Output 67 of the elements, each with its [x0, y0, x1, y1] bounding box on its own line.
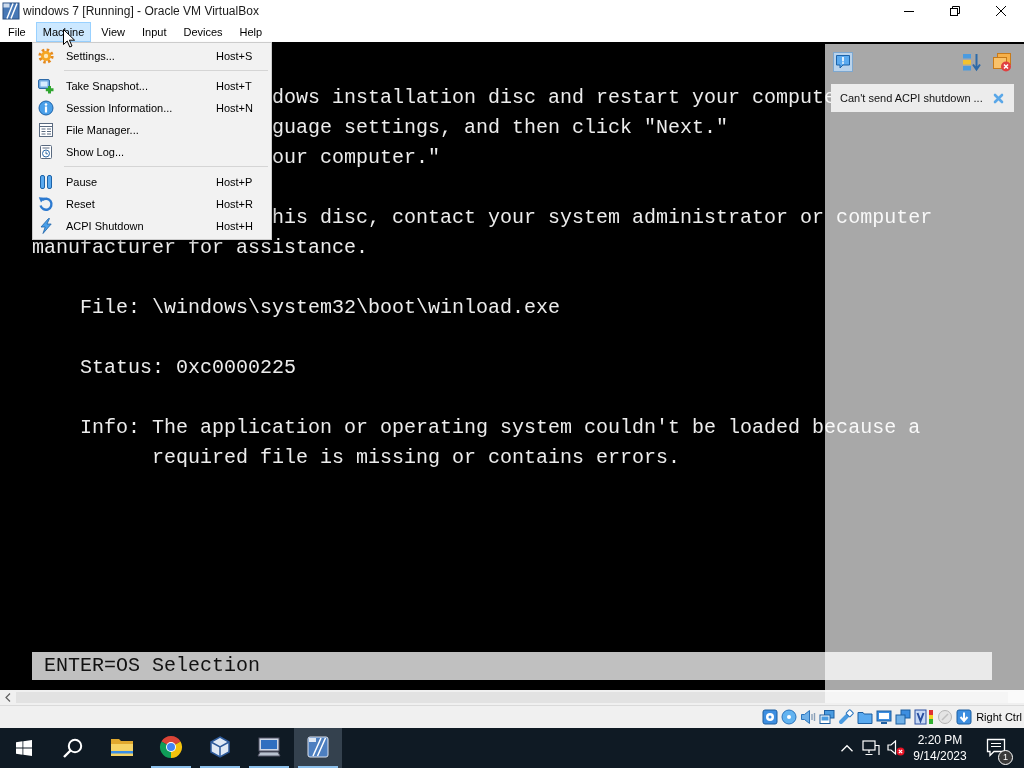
tile-logo-icon — [306, 735, 330, 759]
monitor-icon[interactable] — [876, 709, 893, 725]
close-icon — [996, 6, 1006, 16]
two-monitors-icon[interactable] — [819, 709, 836, 725]
chevron-up-icon[interactable] — [841, 744, 853, 752]
monitor-plus-icon — [38, 78, 54, 94]
menu-item[interactable]: Settings... Host+S — [33, 45, 271, 67]
shortcut-text: Host+S — [216, 50, 254, 62]
horizontal-scrollbar[interactable] — [0, 690, 1024, 705]
menu-item[interactable]: ACPI Shutdown Host+H — [33, 215, 271, 237]
menu-bar-item[interactable]: Devices — [176, 22, 230, 42]
shortcut-text: Host+R — [216, 198, 254, 210]
clock-time[interactable]: 2:20 PM — [917, 732, 963, 748]
folder-icon[interactable] — [857, 709, 874, 725]
menu-item[interactable]: Pause Host+P — [33, 171, 271, 193]
round-logo-icon — [159, 735, 183, 759]
notification-text: Can't send ACPI shutdown ... — [840, 92, 983, 104]
overlapping-squares-icon[interactable] — [895, 709, 912, 725]
cube-icon — [208, 735, 232, 759]
gear-icon — [38, 48, 54, 64]
console-footer: ENTER=OS Selection — [32, 652, 992, 680]
menu-item[interactable]: Session Information... Host+N — [33, 97, 271, 119]
shortcut-text: Host+P — [216, 176, 254, 188]
scrollbar-thumb[interactable] — [16, 692, 1008, 703]
v-meter-icon[interactable] — [914, 709, 935, 725]
taskbar-button[interactable] — [294, 728, 342, 768]
circular-arrow-icon — [38, 196, 54, 212]
computer-icon — [257, 735, 281, 759]
host-key-text: Right Ctrl — [976, 711, 1022, 723]
chevron-left-icon[interactable] — [5, 693, 11, 702]
menu-bar-item[interactable]: Input — [134, 22, 174, 42]
menu-item[interactable]: Show Log... — [33, 141, 271, 163]
console-text: File: \windows\system32\boot\winload.exe — [80, 296, 561, 319]
document-icon — [38, 122, 54, 138]
menu-bar-item[interactable]: View — [94, 22, 132, 42]
console-text: his disc, contact your system administrator or computer — [272, 206, 933, 229]
restore-icon — [950, 6, 960, 16]
disc-icon[interactable] — [781, 709, 798, 725]
menu-bar-item[interactable]: File — [1, 22, 33, 42]
console-text: required file is missing or contains errors. — [152, 446, 681, 469]
notification-badge: 1 — [998, 750, 1013, 765]
search-icon — [63, 738, 83, 758]
start-icon — [16, 740, 32, 756]
shortcut-text: Host+H — [216, 220, 254, 232]
message-icon[interactable] — [986, 738, 1006, 758]
document-clock-icon — [38, 144, 54, 160]
pause-icon — [38, 174, 54, 190]
shortcut-text: Host+T — [216, 80, 253, 92]
console-text: Status: 0xc0000225 — [80, 356, 297, 379]
usb-plug-icon[interactable] — [838, 709, 855, 725]
sort-down-icon[interactable] — [962, 52, 982, 72]
console-text: our computer." — [272, 146, 441, 169]
network-icon[interactable] — [862, 740, 880, 756]
speaker-muted-icon[interactable] — [887, 740, 905, 756]
lightning-icon — [38, 218, 54, 234]
window-title: windows 7 [Running] - Oracle VM VirtualBox — [23, 4, 260, 18]
console-text: guage settings, and then click "Next." — [272, 116, 729, 139]
info-icon — [38, 100, 54, 116]
clock-date[interactable]: 9/14/2023 — [913, 748, 967, 764]
menu-item[interactable]: Reset Host+R — [33, 193, 271, 215]
alert-bubble-icon[interactable] — [833, 52, 853, 72]
stacked-windows-close-icon[interactable] — [992, 52, 1012, 72]
speaker-icon[interactable] — [800, 709, 817, 725]
menu-item[interactable]: File Manager... — [33, 119, 271, 141]
shortcut-text: Host+N — [216, 102, 254, 114]
menu-item[interactable]: Take Snapshot... Host+T — [33, 75, 271, 97]
menu-bar-item[interactable]: Help — [232, 22, 270, 42]
